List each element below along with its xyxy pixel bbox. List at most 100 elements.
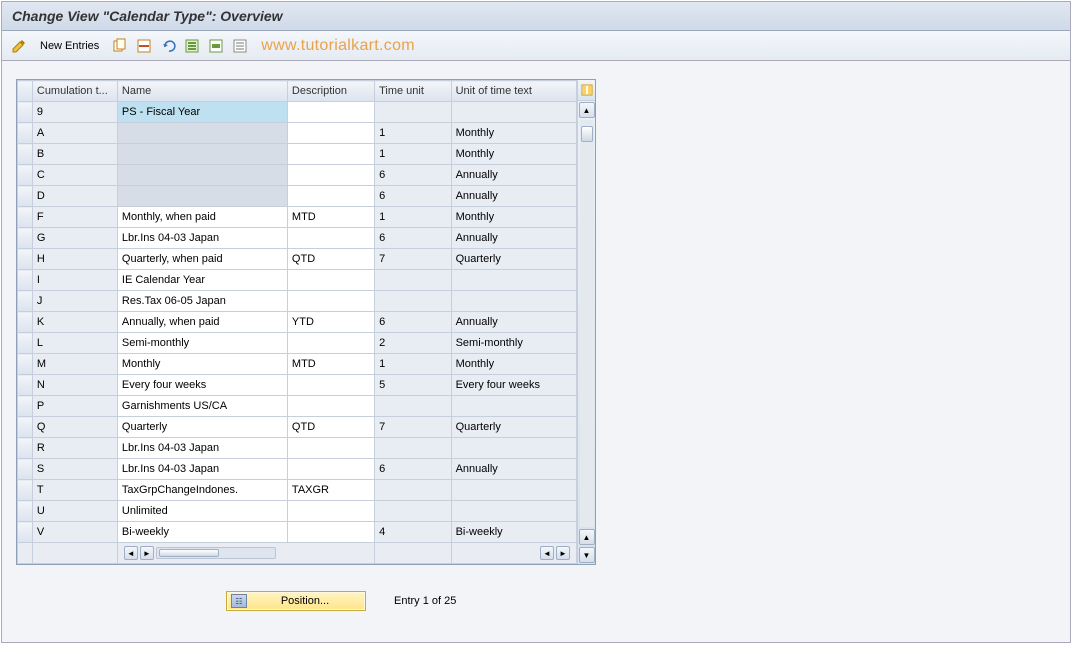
vscroll-down-button[interactable]: ▼ <box>579 547 595 563</box>
cell-unit-of-time-text[interactable] <box>451 102 576 123</box>
vscroll-up-button[interactable]: ▲ <box>579 102 595 118</box>
cell-time-unit[interactable] <box>375 501 452 522</box>
cell-unit-of-time-text[interactable]: Bi-weekly <box>451 522 576 543</box>
cell-description[interactable] <box>287 333 374 354</box>
table-row[interactable]: MMonthlyMTD1Monthly <box>18 354 577 375</box>
change-icon[interactable] <box>10 37 28 55</box>
cell-cumulation[interactable]: P <box>32 396 117 417</box>
row-selector[interactable] <box>18 165 33 186</box>
row-selector[interactable] <box>18 291 33 312</box>
cell-name[interactable]: TaxGrpChangeIndones. <box>117 480 287 501</box>
cell-cumulation[interactable]: A <box>32 123 117 144</box>
cell-cumulation[interactable]: U <box>32 501 117 522</box>
cell-time-unit[interactable]: 6 <box>375 312 452 333</box>
cell-unit-of-time-text[interactable] <box>451 396 576 417</box>
cell-cumulation[interactable]: N <box>32 375 117 396</box>
cell-time-unit[interactable]: 4 <box>375 522 452 543</box>
cell-unit-of-time-text[interactable] <box>451 270 576 291</box>
cell-unit-of-time-text[interactable]: Quarterly <box>451 249 576 270</box>
cell-unit-of-time-text[interactable]: Annually <box>451 459 576 480</box>
cell-name[interactable]: Quarterly <box>117 417 287 438</box>
cell-time-unit[interactable] <box>375 438 452 459</box>
cell-description[interactable] <box>287 270 374 291</box>
col-name[interactable]: Name <box>117 81 287 102</box>
table-row[interactable]: C6Annually <box>18 165 577 186</box>
cell-cumulation[interactable]: V <box>32 522 117 543</box>
delete-icon[interactable] <box>135 37 153 55</box>
table-row[interactable]: LSemi-monthly2Semi-monthly <box>18 333 577 354</box>
table-row[interactable]: B1Monthly <box>18 144 577 165</box>
cell-unit-of-time-text[interactable]: Every four weeks <box>451 375 576 396</box>
cell-description[interactable]: QTD <box>287 417 374 438</box>
row-selector[interactable] <box>18 354 33 375</box>
hscroll2-right-button[interactable]: ► <box>556 546 570 560</box>
table-row[interactable]: IIE Calendar Year <box>18 270 577 291</box>
cell-name[interactable]: IE Calendar Year <box>117 270 287 291</box>
cell-name[interactable]: Quarterly, when paid <box>117 249 287 270</box>
table-row[interactable]: SLbr.Ins 04-03 Japan 6Annually <box>18 459 577 480</box>
cell-name[interactable]: Res.Tax 06-05 Japan <box>117 291 287 312</box>
cell-name[interactable]: Lbr.Ins 04-03 Japan <box>117 459 287 480</box>
hscroll2-left-button[interactable]: ◄ <box>540 546 554 560</box>
cell-cumulation[interactable]: C <box>32 165 117 186</box>
cell-unit-of-time-text[interactable] <box>451 291 576 312</box>
cell-name[interactable]: Lbr.Ins 04-03 Japan <box>117 438 287 459</box>
position-button[interactable]: ☷ Position... <box>226 591 366 611</box>
cell-name[interactable] <box>117 144 287 165</box>
row-selector[interactable] <box>18 522 33 543</box>
vscroll-track[interactable] <box>580 120 594 527</box>
cell-description[interactable]: MTD <box>287 207 374 228</box>
cell-time-unit[interactable] <box>375 102 452 123</box>
undo-icon[interactable] <box>159 37 177 55</box>
cell-name[interactable]: Lbr.Ins 04-03 Japan <box>117 228 287 249</box>
cell-cumulation[interactable]: F <box>32 207 117 228</box>
row-selector[interactable] <box>18 459 33 480</box>
row-selector[interactable] <box>18 186 33 207</box>
cell-time-unit[interactable]: 1 <box>375 354 452 375</box>
copy-as-icon[interactable] <box>111 37 129 55</box>
cell-unit-of-time-text[interactable]: Monthly <box>451 207 576 228</box>
cell-cumulation[interactable]: L <box>32 333 117 354</box>
vscroll-thumb[interactable] <box>581 126 593 142</box>
cell-description[interactable]: QTD <box>287 249 374 270</box>
configure-columns-icon[interactable] <box>577 80 595 101</box>
cell-name[interactable]: Unlimited <box>117 501 287 522</box>
row-selector[interactable] <box>18 249 33 270</box>
cell-description[interactable]: YTD <box>287 312 374 333</box>
cell-unit-of-time-text[interactable]: Annually <box>451 228 576 249</box>
cell-time-unit[interactable]: 7 <box>375 249 452 270</box>
cell-description[interactable] <box>287 375 374 396</box>
cell-name[interactable]: Every four weeks <box>117 375 287 396</box>
cell-description[interactable] <box>287 123 374 144</box>
table-row[interactable]: JRes.Tax 06-05 Japan <box>18 291 577 312</box>
row-selector[interactable] <box>18 480 33 501</box>
cell-description[interactable]: TAXGR <box>287 480 374 501</box>
row-selector[interactable] <box>18 270 33 291</box>
cell-cumulation[interactable]: S <box>32 459 117 480</box>
table-row[interactable]: NEvery four weeks5Every four weeks <box>18 375 577 396</box>
cell-unit-of-time-text[interactable]: Semi-monthly <box>451 333 576 354</box>
cell-time-unit[interactable]: 6 <box>375 459 452 480</box>
cell-unit-of-time-text[interactable]: Monthly <box>451 123 576 144</box>
cell-time-unit[interactable]: 7 <box>375 417 452 438</box>
cell-description[interactable] <box>287 522 374 543</box>
cell-unit-of-time-text[interactable]: Quarterly <box>451 417 576 438</box>
cell-name[interactable] <box>117 165 287 186</box>
cell-description[interactable]: MTD <box>287 354 374 375</box>
table-row[interactable]: VBi-weekly4Bi-weekly <box>18 522 577 543</box>
cell-time-unit[interactable]: 1 <box>375 207 452 228</box>
table-row[interactable]: UUnlimited <box>18 501 577 522</box>
cell-description[interactable] <box>287 291 374 312</box>
cell-name[interactable]: Monthly <box>117 354 287 375</box>
cell-description[interactable] <box>287 438 374 459</box>
cell-time-unit[interactable] <box>375 270 452 291</box>
table-row[interactable]: PGarnishments US/CA <box>18 396 577 417</box>
col-unit-of-time-text[interactable]: Unit of time text <box>451 81 576 102</box>
cell-cumulation[interactable]: 9 <box>32 102 117 123</box>
cell-time-unit[interactable]: 5 <box>375 375 452 396</box>
cell-cumulation[interactable]: G <box>32 228 117 249</box>
table-row[interactable]: RLbr.Ins 04-03 Japan <box>18 438 577 459</box>
cell-description[interactable] <box>287 144 374 165</box>
cell-unit-of-time-text[interactable]: Annually <box>451 165 576 186</box>
cell-description[interactable] <box>287 102 374 123</box>
